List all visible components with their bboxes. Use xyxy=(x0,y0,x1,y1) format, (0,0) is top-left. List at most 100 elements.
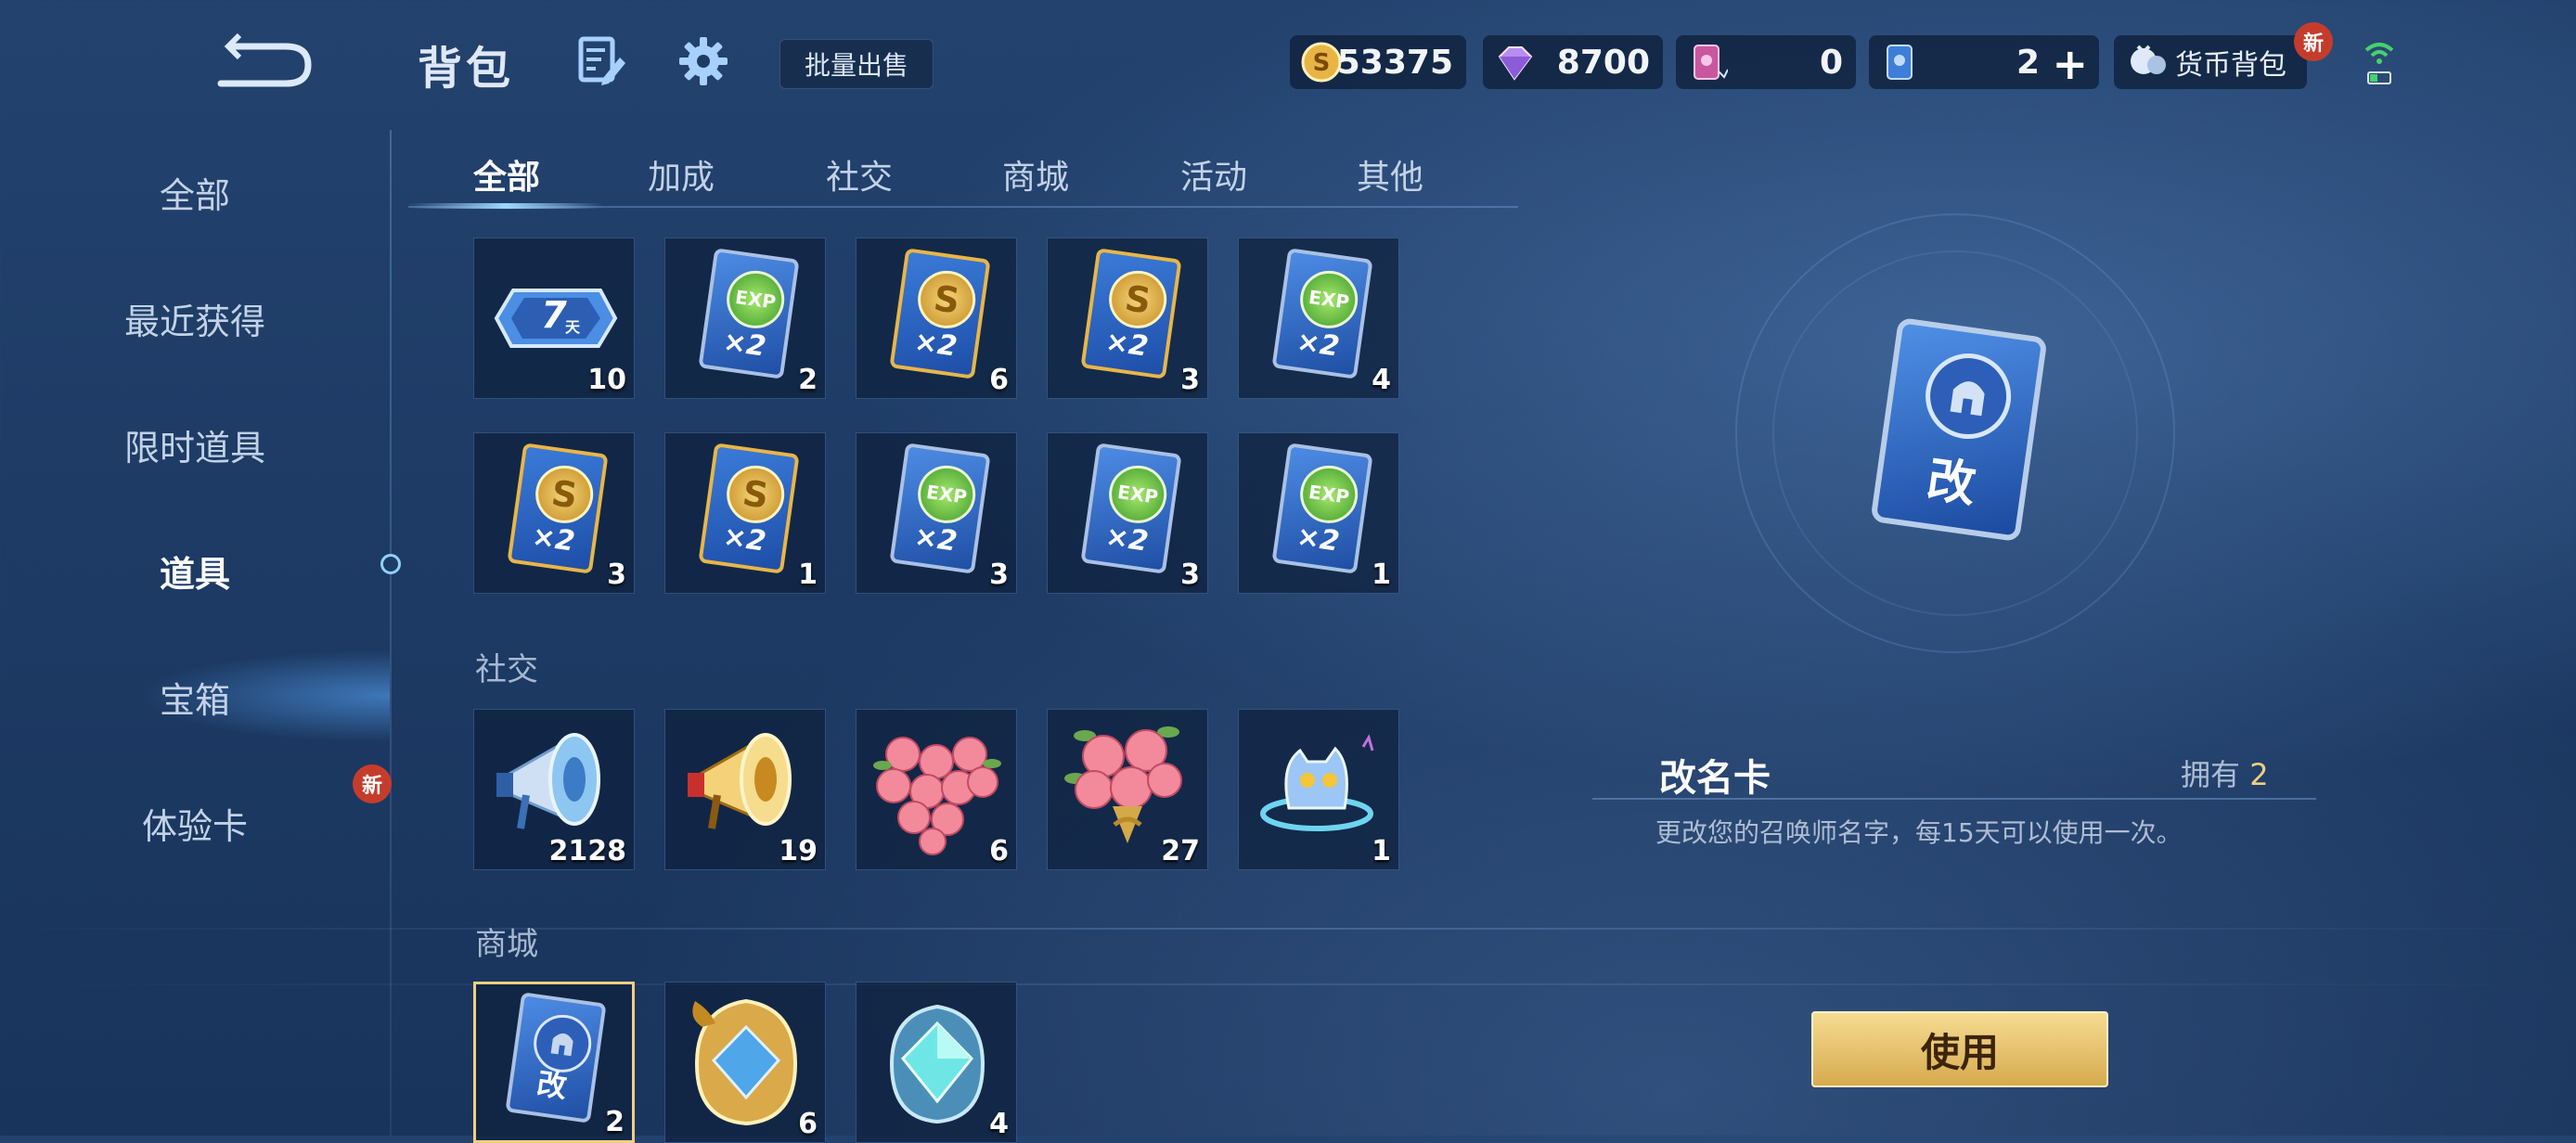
preview-card-text: 改 xyxy=(1923,452,1979,514)
item-slot[interactable]: S ×2 6 xyxy=(856,238,1017,399)
item-slot[interactable]: 6 xyxy=(664,982,826,1143)
gold-balance: S 53375 xyxy=(1290,35,1466,89)
multiplier-text: ×2 xyxy=(530,520,577,559)
item-slot[interactable]: 1 xyxy=(1238,709,1399,870)
selected-item-preview: 改 xyxy=(1870,316,2048,543)
rename-card-icon: 改 xyxy=(505,992,607,1124)
coin-emblem: S xyxy=(532,461,598,527)
wallet-label: 货币背包 xyxy=(2175,49,2286,82)
gold-double-card-icon: S ×2 xyxy=(698,443,800,574)
gold-double-card-icon: S ×2 xyxy=(1080,248,1182,379)
item-count: 6 xyxy=(989,835,1009,867)
trial-card-new-badge: 新 xyxy=(353,764,392,803)
item-count: 1 xyxy=(1372,559,1391,591)
rose-heart-icon xyxy=(873,737,1001,855)
blue-pet-icon xyxy=(1260,734,1374,831)
rose-bouquet-icon xyxy=(1064,726,1182,843)
tab-activity[interactable]: 活动 xyxy=(1180,150,1247,199)
multiplier-text: ×2 xyxy=(1103,520,1151,559)
item-slot[interactable]: EXP ×2 1 xyxy=(1238,432,1399,594)
tab-all[interactable]: 全部 xyxy=(473,150,540,199)
exp-double-card-icon: EXP ×2 xyxy=(1080,443,1182,574)
item-slot[interactable]: 27 xyxy=(1047,709,1208,870)
item-slot[interactable]: 6 xyxy=(856,709,1017,870)
page-title: 背包 xyxy=(418,43,515,95)
item-slot[interactable]: 7 天 10 xyxy=(473,238,635,399)
item-slot[interactable]: S ×2 1 xyxy=(664,432,826,594)
item-count: 27 xyxy=(1161,835,1200,867)
diamond-value: 8700 xyxy=(1556,43,1650,82)
item-slot[interactable]: S ×2 3 xyxy=(1047,238,1208,399)
tab-active-indicator xyxy=(408,203,603,209)
item-slot[interactable]: 4 xyxy=(856,982,1017,1143)
coin-emblem: S xyxy=(914,266,980,332)
item-slot[interactable]: EXP ×2 2 xyxy=(664,238,826,399)
item-description: 更改您的召唤师名字，每15天可以使用一次。 xyxy=(1655,817,2183,848)
settings-button[interactable] xyxy=(676,33,731,89)
7-day-card-icon: 7 天 xyxy=(491,283,619,353)
multiplier-text: ×2 xyxy=(1294,520,1342,559)
item-slot-selected[interactable]: 改 2 xyxy=(473,982,635,1143)
exp-emblem: EXP xyxy=(1105,461,1171,527)
active-nav-indicator xyxy=(380,554,401,574)
exp-double-card-icon: EXP ×2 xyxy=(1271,248,1373,379)
item-slot[interactable]: EXP ×2 3 xyxy=(1047,432,1208,594)
gold-double-card-icon: S ×2 xyxy=(507,443,609,574)
blue-ticket-balance[interactable]: 2 + xyxy=(1869,35,2099,89)
item-count: 1 xyxy=(798,559,818,591)
sidebar-item-trial-card[interactable]: 体验卡 xyxy=(0,798,390,849)
multiplier-text: ×2 xyxy=(912,520,960,559)
item-count: 4 xyxy=(1372,364,1391,396)
detail-divider xyxy=(1592,798,2316,800)
item-count: 3 xyxy=(989,559,1009,591)
sidebar-divider xyxy=(390,130,392,1136)
sidebar-item-all[interactable]: 全部 xyxy=(0,167,390,218)
tab-social[interactable]: 社交 xyxy=(826,150,893,199)
helmet-icon xyxy=(1920,348,2017,445)
edit-notes-button[interactable] xyxy=(573,33,629,89)
item-count: 1 xyxy=(1372,835,1391,867)
diamond-icon xyxy=(1492,40,1537,84)
own-label: 拥有 xyxy=(2181,757,2241,792)
blue-ticket-icon xyxy=(1878,40,1923,84)
pink-ticket-balance[interactable]: 0 xyxy=(1676,35,1856,89)
card-number: 7 xyxy=(541,294,567,337)
batch-sell-button[interactable]: 批量出售 xyxy=(779,39,934,89)
use-button[interactable]: 使用 xyxy=(1811,1011,2108,1087)
item-slot[interactable]: 19 xyxy=(664,709,826,870)
owned-count: 拥有 2 xyxy=(2181,751,2269,794)
blue-horn-icon xyxy=(496,733,600,829)
coin-emblem: S xyxy=(1105,266,1171,332)
back-button[interactable] xyxy=(212,28,323,93)
edit-notes-icon xyxy=(578,36,625,85)
add-icon[interactable]: + xyxy=(2052,39,2088,89)
exp-emblem: EXP xyxy=(1296,461,1362,527)
exp-emblem: EXP xyxy=(914,461,980,527)
diamond-balance: 8700 xyxy=(1483,35,1663,89)
tab-other[interactable]: 其他 xyxy=(1357,150,1423,199)
item-slot[interactable]: S ×2 3 xyxy=(473,432,635,594)
multiplier-text: ×2 xyxy=(721,520,768,559)
blue-ticket-value: 2 xyxy=(2016,43,2040,82)
gold-horn-icon xyxy=(688,733,792,829)
item-slot[interactable]: EXP ×2 3 xyxy=(856,432,1017,594)
item-count: 2 xyxy=(605,1106,625,1138)
tab-bonus[interactable]: 加成 xyxy=(648,150,715,199)
svg-text:S: S xyxy=(1313,49,1331,77)
sidebar-item-recent[interactable]: 最近获得 xyxy=(0,293,390,344)
multiplier-text: ×2 xyxy=(721,325,768,364)
currency-wallet-button[interactable]: 货币背包 xyxy=(2114,35,2307,89)
section-label-social: 社交 xyxy=(475,651,538,688)
sidebar-item-limited[interactable]: 限时道具 xyxy=(0,419,390,470)
cyan-crystal-icon xyxy=(889,1004,985,1124)
item-slot[interactable]: 2128 xyxy=(473,709,635,870)
exp-double-card-icon: EXP ×2 xyxy=(698,248,800,379)
sidebar-item-props[interactable]: 道具 xyxy=(0,546,390,597)
tab-mall[interactable]: 商城 xyxy=(1002,150,1069,199)
item-count: 3 xyxy=(1180,364,1200,396)
own-number: 2 xyxy=(2249,757,2269,792)
exp-double-card-icon: EXP ×2 xyxy=(1271,443,1373,574)
item-slot[interactable]: EXP ×2 4 xyxy=(1238,238,1399,399)
sidebar-item-chest[interactable]: 宝箱 xyxy=(0,672,390,723)
coin-emblem: S xyxy=(723,461,789,527)
